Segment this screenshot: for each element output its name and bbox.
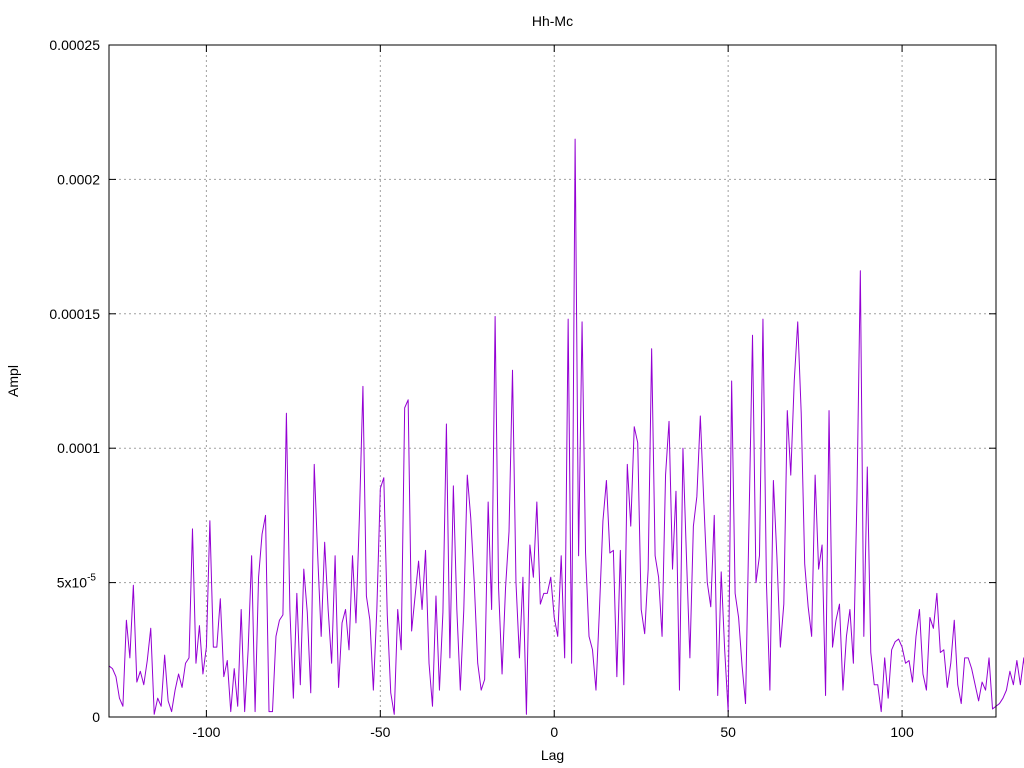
x-tick-label: 100 [890,724,914,740]
y-tick-label: 0 [92,709,100,725]
x-tick-label: -100 [192,724,220,740]
y-tick-label: 0.0002 [57,171,100,187]
y-tick-label-base: 0.00025 [49,37,100,53]
chart-title: Hh-Mc [532,13,573,29]
x-tick-label: 0 [550,724,558,740]
y-tick-label-exponent: -5 [87,573,96,584]
x-tick-label: 50 [720,724,736,740]
y-tick-label-base: 0 [92,709,100,725]
y-tick-label-base: 0.0001 [57,440,100,456]
y-tick-label-base: 5x10 [57,575,88,591]
line-chart: -100 -50 0 50 100 0 5x10-5 0.0001 0.00015 0.0002… [0,0,1024,768]
y-tick-label: 0.00015 [49,306,100,322]
y-tick-label-base: 0.0002 [57,171,100,187]
x-tick-label: -50 [370,724,390,740]
x-axis-title: Lag [541,747,564,763]
y-tick-label: 0.0001 [57,440,100,456]
y-tick-label-base: 0.00015 [49,306,100,322]
y-axis-title: Ampl [5,365,21,397]
y-tick-label: 0.00025 [49,37,100,53]
